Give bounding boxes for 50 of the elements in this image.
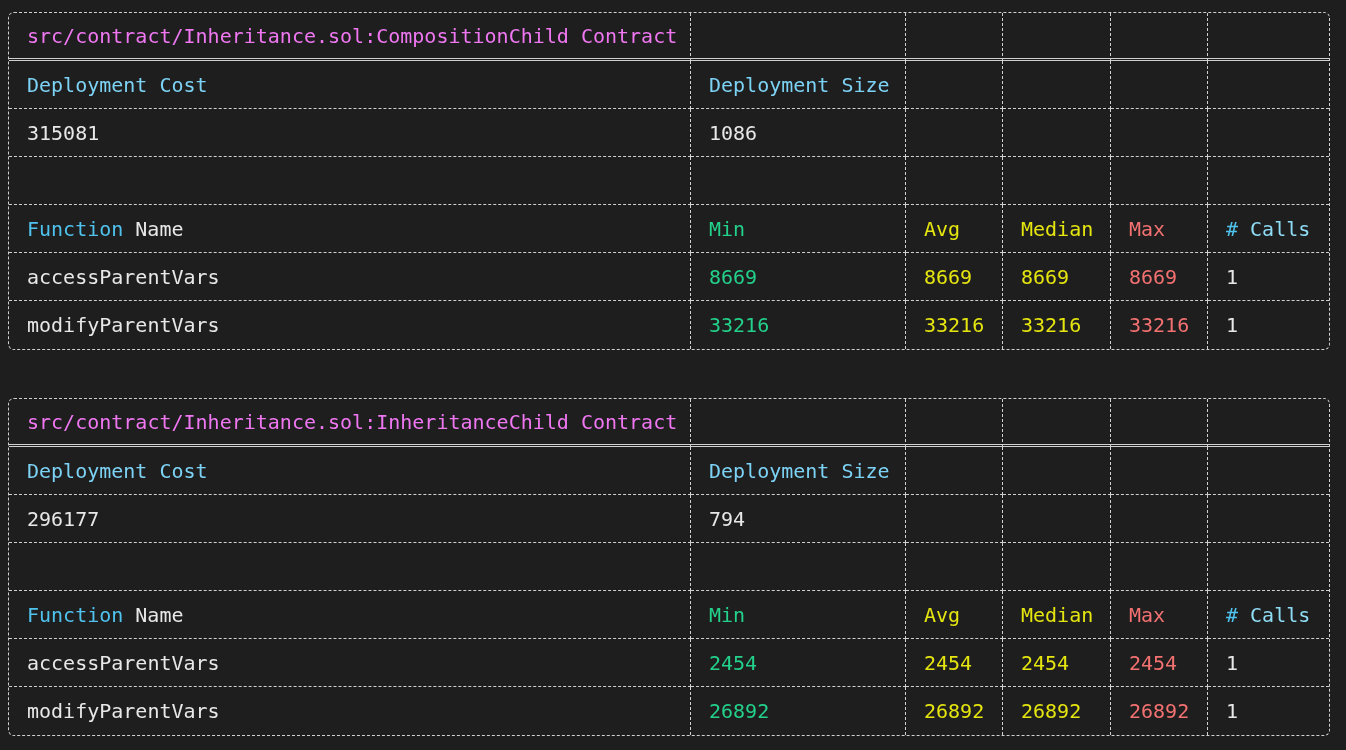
column-header: Max: [1129, 602, 1166, 627]
column-header: Calls: [1250, 216, 1311, 241]
table-cell: 1: [1226, 313, 1239, 337]
column-header: Deployment Size: [709, 72, 890, 97]
contract-title: src/contract/Inheritance.sol:InheritanceChild Contract: [27, 409, 678, 434]
table-cell: 33216: [1021, 313, 1082, 337]
table-cell: 8669: [1021, 264, 1070, 289]
column-header: Avg: [924, 602, 961, 627]
table-cell: accessParentVars: [27, 264, 220, 289]
table-cell: accessParentVars: [27, 650, 220, 675]
table-cell: 2454: [1129, 650, 1178, 675]
table-cell: modifyParentVars: [27, 699, 220, 723]
column-header: Function: [27, 216, 124, 241]
column-header: Max: [1129, 216, 1166, 241]
table-cell: 1: [1226, 699, 1239, 723]
column-header: Median: [1021, 216, 1094, 241]
column-header: Min: [709, 602, 746, 627]
table-cell: 33216: [924, 313, 985, 337]
table-cell: 26892: [1129, 699, 1190, 723]
column-header: Min: [709, 216, 746, 241]
table-cell: 2454: [1021, 650, 1070, 675]
column-header: Deployment Cost: [27, 458, 208, 483]
column-header: Median: [1021, 602, 1094, 627]
table-cell: 1086: [709, 120, 758, 145]
table-cell: 33216: [709, 313, 770, 337]
table-cell: 26892: [924, 699, 985, 723]
table-cell: 33216: [1129, 313, 1190, 337]
table-cell: 26892: [1021, 699, 1082, 723]
column-header: Name: [135, 602, 184, 627]
table-cell: 315081: [27, 120, 100, 145]
table-cell: 8669: [709, 264, 758, 289]
column-header: Calls: [1250, 602, 1311, 627]
table-cell: 26892: [709, 699, 770, 723]
column-header: Function: [27, 602, 124, 627]
table-cell: modifyParentVars: [27, 313, 220, 337]
column-header: Deployment Cost: [27, 72, 208, 97]
column-header: Name: [135, 216, 184, 241]
table-cell: 8669: [1129, 264, 1178, 289]
table-cell: 2454: [924, 650, 973, 675]
table-cell: 8669: [924, 264, 973, 289]
column-header: Avg: [924, 216, 961, 241]
column-header: Deployment Size: [709, 458, 890, 483]
table-cell: 1: [1226, 264, 1239, 289]
contract-title: src/contract/Inheritance.sol:CompositionChild Contract: [27, 23, 678, 48]
table-cell: 2454: [709, 650, 758, 675]
table-cell: 296177: [27, 506, 100, 531]
table-cell: 1: [1226, 650, 1239, 675]
table-cell: 794: [709, 506, 746, 531]
column-header: #: [1226, 216, 1239, 241]
column-header: #: [1226, 602, 1239, 627]
